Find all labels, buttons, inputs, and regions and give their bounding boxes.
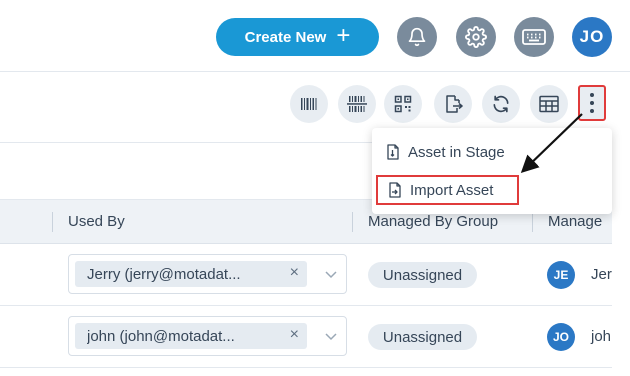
remove-tag-icon[interactable]: × bbox=[290, 264, 299, 282]
more-dot bbox=[590, 109, 594, 113]
create-new-label: Create New bbox=[244, 28, 327, 46]
used-by-select[interactable]: Jerry (jerry@motadat... × bbox=[68, 254, 347, 294]
used-by-tag: john (john@motadat... × bbox=[75, 323, 307, 349]
chevron-down-icon[interactable] bbox=[324, 267, 338, 281]
table-icon bbox=[539, 95, 559, 113]
scan-barcode-button[interactable] bbox=[338, 85, 376, 123]
bell-icon bbox=[408, 27, 426, 47]
scroll-gutter bbox=[612, 142, 630, 376]
import-file-icon bbox=[389, 182, 401, 198]
used-by-value: john (john@motadat... bbox=[87, 327, 235, 345]
used-by-select[interactable]: john (john@motadat... × bbox=[68, 316, 347, 356]
menu-item-asset-in-stage[interactable]: Asset in Stage bbox=[372, 136, 612, 168]
more-dot bbox=[590, 101, 594, 105]
notifications-button[interactable] bbox=[397, 17, 437, 57]
chevron-down-icon[interactable] bbox=[324, 329, 338, 343]
refresh-button[interactable] bbox=[482, 85, 520, 123]
create-new-button[interactable]: Create New + bbox=[216, 18, 379, 56]
file-stage-icon bbox=[387, 144, 399, 160]
qr-code-icon bbox=[394, 95, 412, 113]
table-row: john (john@motadat... × Unassigned JO jo… bbox=[0, 306, 612, 368]
keyboard-icon bbox=[522, 29, 546, 45]
barcode-button[interactable] bbox=[290, 85, 328, 123]
used-by-value: Jerry (jerry@motadat... bbox=[87, 265, 241, 283]
more-options-button[interactable] bbox=[578, 85, 606, 121]
column-divider[interactable] bbox=[52, 212, 53, 232]
plus-icon: + bbox=[336, 22, 351, 49]
columns-view-button[interactable] bbox=[530, 85, 568, 123]
scan-barcode-icon bbox=[347, 96, 367, 112]
more-options-menu: Asset in Stage Import Asset bbox=[372, 128, 612, 214]
qr-code-button[interactable] bbox=[384, 85, 422, 123]
column-header-managed-by-group[interactable]: Managed By Group bbox=[368, 213, 498, 230]
column-divider[interactable] bbox=[532, 212, 533, 232]
column-header-used-by[interactable]: Used By bbox=[68, 213, 125, 230]
column-header-managed-by[interactable]: Manage bbox=[548, 213, 602, 230]
manager-name: Jer bbox=[591, 266, 612, 283]
table-row: Jerry (jerry@motadat... × Unassigned JE … bbox=[0, 244, 612, 306]
refresh-icon bbox=[493, 95, 509, 113]
menu-item-label: Import Asset bbox=[410, 181, 494, 199]
manager-avatar: JO bbox=[547, 323, 575, 351]
top-header: Create New + JO bbox=[0, 0, 630, 72]
export-file-icon bbox=[446, 95, 463, 113]
manager-name: joh bbox=[591, 328, 612, 345]
menu-item-import-asset[interactable]: Import Asset bbox=[376, 175, 519, 205]
used-by-tag: Jerry (jerry@motadat... × bbox=[75, 261, 307, 287]
user-avatar[interactable]: JO bbox=[572, 17, 612, 57]
more-dot bbox=[590, 93, 594, 97]
group-badge: Unassigned bbox=[368, 324, 477, 350]
barcode-icon bbox=[301, 98, 317, 110]
gear-icon bbox=[465, 26, 487, 48]
group-badge: Unassigned bbox=[368, 262, 477, 288]
remove-tag-icon[interactable]: × bbox=[290, 326, 299, 344]
manager-avatar: JE bbox=[547, 261, 575, 289]
column-divider[interactable] bbox=[352, 212, 353, 232]
export-button[interactable] bbox=[434, 85, 472, 123]
menu-item-label: Asset in Stage bbox=[408, 143, 505, 161]
keyboard-shortcuts-button[interactable] bbox=[514, 17, 554, 57]
settings-button[interactable] bbox=[456, 17, 496, 57]
